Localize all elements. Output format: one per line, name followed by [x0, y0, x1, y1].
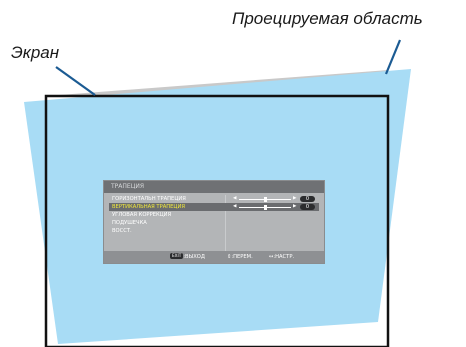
menu-item-pincushion[interactable]: ПОДУШЕЧКА	[109, 219, 319, 227]
exit-hint-text: :ВЫХОД	[183, 254, 205, 260]
slider-right-arrow-icon: ▶	[293, 196, 297, 201]
projected-area-label: Проецируемая область	[232, 9, 423, 28]
slider-value: 0	[300, 196, 315, 202]
vertical-keystone-slider[interactable]: ◀ ▶ 0	[231, 203, 315, 211]
osd-footer: EXIT:ВЫХОД ⇕:ПЕРЕМ. ↔:НАСТР.	[104, 251, 324, 263]
exit-hint: EXIT:ВЫХОД	[170, 251, 205, 263]
menu-item-label: ВЕРТИКАЛЬНАЯ ТРАПЕЦИЯ	[112, 204, 185, 210]
horizontal-keystone-slider[interactable]: ◀ ▶ 0	[231, 195, 315, 203]
osd-menu-list: ГОРИЗОНТАЛЬН ТРАПЕЦИЯ ◀ ▶ 0 ВЕРТИКАЛЬНАЯ…	[109, 195, 319, 251]
slider-left-arrow-icon: ◀	[233, 196, 237, 201]
exit-key-icon: EXIT	[170, 253, 184, 259]
slider-knob[interactable]	[263, 204, 267, 210]
slider-value: 0	[300, 204, 315, 210]
menu-item-label: ВОССТ.	[112, 228, 132, 234]
keystone-osd-menu: ТРАПЕЦИЯ ГОРИЗОНТАЛЬН ТРАПЕЦИЯ ◀ ▶ 0 ВЕР…	[103, 180, 325, 264]
menu-item-reset[interactable]: ВОССТ.	[109, 227, 319, 235]
projected-area-pointer	[384, 39, 402, 75]
menu-item-vertical-keystone[interactable]: ВЕРТИКАЛЬНАЯ ТРАПЕЦИЯ ◀ ▶ 0	[109, 203, 319, 211]
screen-pointer	[55, 66, 96, 96]
menu-item-horizontal-keystone[interactable]: ГОРИЗОНТАЛЬН ТРАПЕЦИЯ ◀ ▶ 0	[109, 195, 319, 203]
move-hint: ⇕:ПЕРЕМ.	[227, 254, 253, 260]
menu-item-label: УГЛОВАЯ КОРРЕКЦИЯ	[112, 212, 172, 218]
slider-right-arrow-icon: ▶	[293, 204, 297, 209]
menu-item-corner-correction[interactable]: УГЛОВАЯ КОРРЕКЦИЯ	[109, 211, 319, 219]
adjust-hint: ↔:НАСТР.	[269, 254, 295, 260]
diagram-canvas	[24, 39, 411, 347]
menu-item-label: ПОДУШЕЧКА	[112, 220, 147, 226]
menu-item-label: ГОРИЗОНТАЛЬН ТРАПЕЦИЯ	[112, 196, 186, 202]
slider-knob[interactable]	[263, 196, 267, 202]
slider-left-arrow-icon: ◀	[233, 204, 237, 209]
osd-title: ТРАПЕЦИЯ	[104, 181, 324, 193]
screen-label: Экран	[11, 43, 60, 62]
